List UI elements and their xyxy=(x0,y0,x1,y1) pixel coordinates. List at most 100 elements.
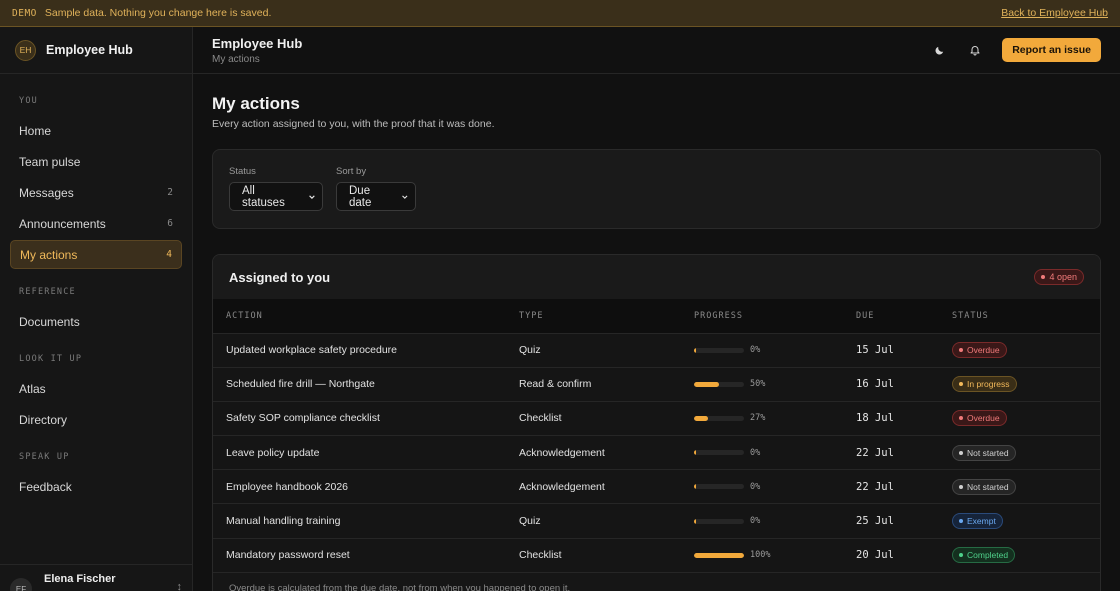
column-header-due[interactable]: DUE xyxy=(856,299,952,333)
status-filter: Status All statuses xyxy=(229,166,323,212)
moon-icon[interactable] xyxy=(932,43,946,57)
action-name[interactable]: Manual handling training xyxy=(213,504,519,538)
sidebar-item-my-actions[interactable]: My actions 4 xyxy=(10,240,182,269)
progress-indicator: 100% xyxy=(694,550,856,560)
progress-cell: 0% xyxy=(694,470,856,504)
progress-percent: 0% xyxy=(750,481,761,492)
sort-filter: Sort by Due date xyxy=(336,166,416,212)
column-header-action[interactable]: ACTION xyxy=(213,299,519,333)
sidebar-item-documents[interactable]: Documents xyxy=(10,307,182,336)
table-row[interactable]: Mandatory password reset Checklist 100% … xyxy=(213,538,1100,573)
action-name[interactable]: Safety SOP compliance checklist xyxy=(213,401,519,435)
status-dot-icon xyxy=(959,553,963,558)
table-row[interactable]: Scheduled fire drill — Northgate Read & … xyxy=(213,367,1100,402)
progress-indicator: 0% xyxy=(694,448,856,458)
table-row[interactable]: Manual handling training Quiz 0% 25 Jul … xyxy=(213,503,1100,539)
status-text: Exempt xyxy=(967,516,996,527)
sidebar-item-home[interactable]: Home xyxy=(10,116,182,145)
progress-bar xyxy=(694,450,744,456)
sort-select-value: Due date xyxy=(349,184,372,209)
demo-tag: DEMO xyxy=(12,7,37,19)
status-badge: Not started xyxy=(952,478,1016,495)
sidebar: EH Employee Hub YOU Home Team pulse Message… xyxy=(0,27,193,591)
bell-icon[interactable] xyxy=(968,43,982,57)
main-content: My actions Every action assigned to you,… xyxy=(212,74,1101,591)
sidebar-item-directory[interactable]: Directory xyxy=(10,405,182,434)
sidebar-brand[interactable]: EH Employee Hub xyxy=(0,27,192,74)
report-issue-button[interactable]: Report an issue xyxy=(1002,38,1101,62)
status-select[interactable]: All statuses xyxy=(229,182,323,211)
column-header-status[interactable]: STATUS xyxy=(952,299,1100,333)
sidebar-item-label: Messages xyxy=(19,185,74,200)
progress-bar-fill xyxy=(694,484,696,490)
status-text: Overdue xyxy=(967,413,1000,424)
sidebar-item-label: Feedback xyxy=(19,479,72,494)
action-name[interactable]: Employee handbook 2026 xyxy=(213,470,519,504)
chevron-down-icon xyxy=(402,194,408,199)
action-type: Quiz xyxy=(519,344,541,357)
user-avatar: EF xyxy=(10,578,32,591)
progress-percent: 0% xyxy=(750,447,761,458)
status-cell: In progress xyxy=(952,367,1100,401)
expand-icon[interactable]: ↕ xyxy=(177,581,183,591)
sidebar-item-team-pulse[interactable]: Team pulse xyxy=(10,147,182,176)
due-date: 15 Jul xyxy=(856,344,894,357)
filter-bar: Status All statuses Sort by Due date xyxy=(212,149,1101,229)
open-count-badge: 4 open xyxy=(1034,269,1084,285)
back-to-hub-link[interactable]: Back to Employee Hub xyxy=(1001,7,1108,19)
sort-filter-label: Sort by xyxy=(336,166,367,177)
action-type: Acknowledgement xyxy=(519,446,605,459)
user-profile[interactable]: EF Elena Fischer ↕ xyxy=(0,564,192,591)
status-filter-label: Status xyxy=(229,166,256,177)
status-badge: Exempt xyxy=(952,513,1003,530)
table-header-row: ACTION TYPE PROGRESS DUE STATUS xyxy=(213,299,1100,333)
table-row[interactable]: Employee handbook 2026 Acknowledgement 0… xyxy=(213,469,1100,504)
progress-cell: 50% xyxy=(694,367,856,401)
nav-section: SPEAK UP Feedback xyxy=(0,449,192,501)
progress-bar xyxy=(694,381,744,387)
action-name[interactable]: Mandatory password reset xyxy=(213,538,519,572)
status-dot-icon xyxy=(959,450,963,455)
action-type: Checklist xyxy=(519,549,562,562)
status-dot-icon xyxy=(959,348,963,353)
column-header-progress[interactable]: PROGRESS xyxy=(694,299,856,333)
sidebar-item-messages[interactable]: Messages 2 xyxy=(10,178,182,207)
column-header-type[interactable]: TYPE xyxy=(519,299,694,333)
status-badge: Overdue xyxy=(952,410,1007,427)
sidebar-item-count: 6 xyxy=(167,218,173,229)
app-name: Employee Hub xyxy=(46,43,133,57)
status-text: Overdue xyxy=(967,345,1000,356)
status-badge: Not started xyxy=(952,444,1016,461)
status-select-value: All statuses xyxy=(242,184,285,209)
progress-percent: 100% xyxy=(750,550,771,561)
nav-section-heading: REFERENCE xyxy=(19,287,76,297)
top-header: Employee Hub My actions Report an issue xyxy=(193,27,1120,74)
table-row[interactable]: Leave policy update Acknowledgement 0% 2… xyxy=(213,435,1100,470)
sidebar-item-announcements[interactable]: Announcements 6 xyxy=(10,209,182,238)
sidebar-item-label: Directory xyxy=(19,412,68,427)
panel-header: Assigned to you 4 open xyxy=(213,255,1100,299)
progress-bar-fill xyxy=(694,518,696,524)
table-row[interactable]: Updated workplace safety procedure Quiz … xyxy=(213,333,1100,368)
sidebar-item-feedback[interactable]: Feedback xyxy=(10,472,182,501)
action-name[interactable]: Updated workplace safety procedure xyxy=(213,333,519,367)
progress-cell: 0% xyxy=(694,436,856,470)
status-dot-icon xyxy=(959,519,963,524)
status-badge: Overdue xyxy=(952,342,1007,359)
progress-cell: 0% xyxy=(694,333,856,367)
sidebar-item-label: Atlas xyxy=(19,381,46,396)
action-type: Quiz xyxy=(519,515,541,528)
sidebar-item-label: Announcements xyxy=(19,216,106,231)
table-row[interactable]: Safety SOP compliance checklist Checklis… xyxy=(213,401,1100,436)
action-name[interactable]: Scheduled fire drill — Northgate xyxy=(213,367,519,401)
nav-section: REFERENCE Documents xyxy=(0,284,192,336)
sidebar-item-label: Home xyxy=(19,123,52,138)
sort-select[interactable]: Due date xyxy=(336,182,416,211)
demo-banner-text: Sample data. Nothing you change here is … xyxy=(44,7,272,19)
sidebar-item-atlas[interactable]: Atlas xyxy=(10,374,182,403)
progress-percent: 27% xyxy=(750,413,766,424)
nav-section-heading: SPEAK UP xyxy=(19,452,70,462)
sidebar-nav: YOU Home Team pulse Messages 2 Announcements 6… xyxy=(0,93,192,501)
progress-cell: 0% xyxy=(694,504,856,538)
action-name[interactable]: Leave policy update xyxy=(213,436,519,470)
